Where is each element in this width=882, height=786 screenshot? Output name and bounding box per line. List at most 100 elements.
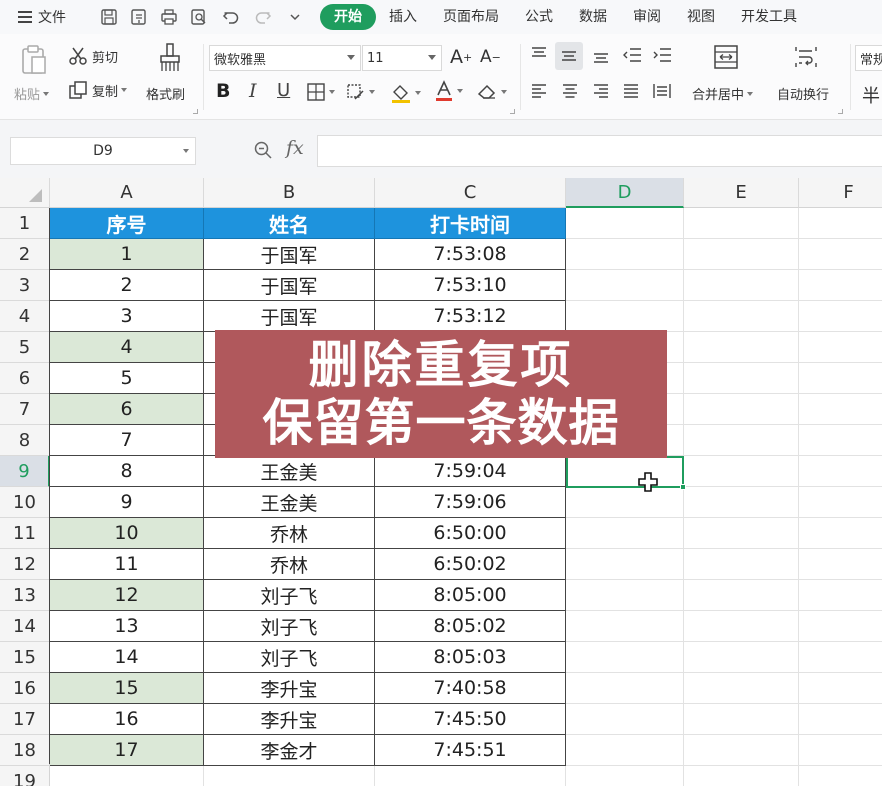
cell-c10[interactable]: 7:59:06 bbox=[375, 487, 566, 518]
merge-center-button[interactable]: 合并居中 bbox=[692, 84, 754, 103]
cell-c18[interactable]: 7:45:51 bbox=[375, 735, 566, 766]
cell-d14[interactable] bbox=[566, 611, 684, 642]
cell-d11[interactable] bbox=[566, 518, 684, 549]
cell-b4[interactable]: 于国军 bbox=[204, 301, 375, 332]
align-center-icon[interactable] bbox=[561, 82, 579, 100]
cell-a5[interactable]: 4 bbox=[50, 332, 204, 363]
cell-f6[interactable] bbox=[799, 363, 882, 394]
cell-f5[interactable] bbox=[799, 332, 882, 363]
formula-input[interactable] bbox=[317, 135, 882, 167]
indent-increase-icon[interactable] bbox=[652, 46, 672, 64]
align-left-icon[interactable] bbox=[530, 82, 548, 100]
cell-d1[interactable] bbox=[566, 208, 684, 239]
tab-home[interactable]: 开始 bbox=[320, 4, 376, 30]
cell-e9[interactable] bbox=[684, 456, 799, 487]
cell-d15[interactable] bbox=[566, 642, 684, 673]
justify-icon[interactable] bbox=[622, 82, 640, 100]
cell-c14[interactable]: 8:05:02 bbox=[375, 611, 566, 642]
selected-cell-d9[interactable] bbox=[566, 456, 686, 490]
cell-f15[interactable] bbox=[799, 642, 882, 673]
row-header-18[interactable]: 18 bbox=[0, 735, 50, 766]
paste-button[interactable]: 粘贴 bbox=[14, 84, 50, 103]
column-header-d[interactable]: D bbox=[566, 178, 684, 208]
cell-a7[interactable]: 6 bbox=[50, 394, 204, 425]
row-header-12[interactable]: 12 bbox=[0, 549, 50, 580]
align-top-icon[interactable] bbox=[530, 46, 548, 64]
cell-a3[interactable]: 2 bbox=[50, 270, 204, 301]
cell-f8[interactable] bbox=[799, 425, 882, 456]
cell-f10[interactable] bbox=[799, 487, 882, 518]
cell-e1[interactable] bbox=[684, 208, 799, 239]
tab-review[interactable]: 审阅 bbox=[620, 4, 674, 30]
zoom-search-icon[interactable] bbox=[253, 140, 273, 160]
cell-c9[interactable]: 7:59:04 bbox=[375, 456, 566, 487]
row-header-4[interactable]: 4 bbox=[0, 301, 50, 332]
save-icon[interactable] bbox=[98, 6, 120, 28]
spreadsheet-grid[interactable]: ABCDEF 1 2 3 4 5 6 7 8 9 10 11 12 13 14 15 16 17 18 19 序号姓… bbox=[0, 178, 882, 786]
tab-view[interactable]: 视图 bbox=[674, 4, 728, 30]
cell-a9[interactable]: 8 bbox=[50, 456, 204, 487]
cut-button[interactable]: 剪切 bbox=[68, 46, 118, 66]
cell-b18[interactable]: 李金才 bbox=[204, 735, 375, 766]
align-right-icon[interactable] bbox=[592, 82, 610, 100]
cell-f14[interactable] bbox=[799, 611, 882, 642]
cell-e13[interactable] bbox=[684, 580, 799, 611]
cell-b3[interactable]: 于国军 bbox=[204, 270, 375, 301]
print-preview-icon[interactable] bbox=[188, 6, 210, 28]
cell-a19[interactable] bbox=[50, 766, 204, 786]
cell-d19[interactable] bbox=[566, 766, 684, 786]
cell-a17[interactable]: 16 bbox=[50, 704, 204, 735]
tab-data[interactable]: 数据 bbox=[566, 4, 620, 30]
cell-b16[interactable]: 李升宝 bbox=[204, 673, 375, 704]
cell-c11[interactable]: 6:50:00 bbox=[375, 518, 566, 549]
cell-a12[interactable]: 11 bbox=[50, 549, 204, 580]
cell-b17[interactable]: 李升宝 bbox=[204, 704, 375, 735]
cell-f9[interactable] bbox=[799, 456, 882, 487]
cell-c2[interactable]: 7:53:08 bbox=[375, 239, 566, 270]
cell-b11[interactable]: 乔林 bbox=[204, 518, 375, 549]
row-header-14[interactable]: 14 bbox=[0, 611, 50, 642]
cell-e10[interactable] bbox=[684, 487, 799, 518]
clear-format-icon[interactable] bbox=[476, 82, 507, 102]
cell-a1[interactable]: 序号 bbox=[50, 208, 204, 239]
cell-d13[interactable] bbox=[566, 580, 684, 611]
cell-c15[interactable]: 8:05:03 bbox=[375, 642, 566, 673]
font-color-icon[interactable] bbox=[434, 80, 463, 102]
name-box[interactable]: D9 bbox=[10, 137, 196, 165]
fill-handle[interactable] bbox=[680, 484, 686, 490]
italic-icon[interactable]: I bbox=[249, 80, 257, 102]
cell-a2[interactable]: 1 bbox=[50, 239, 204, 270]
select-all-corner[interactable] bbox=[0, 178, 50, 208]
cell-style-icon[interactable] bbox=[346, 82, 375, 102]
cell-d4[interactable] bbox=[566, 301, 684, 332]
row-header-9[interactable]: 9 bbox=[0, 456, 50, 487]
cell-f17[interactable] bbox=[799, 704, 882, 735]
format-painter-label[interactable]: 格式刷 bbox=[146, 84, 185, 103]
cell-c13[interactable]: 8:05:00 bbox=[375, 580, 566, 611]
cell-c17[interactable]: 7:45:50 bbox=[375, 704, 566, 735]
cell-a6[interactable]: 5 bbox=[50, 363, 204, 394]
font-name-select[interactable]: 微软雅黑 bbox=[209, 45, 361, 71]
tab-insert[interactable]: 插入 bbox=[376, 4, 430, 30]
bold-icon[interactable]: B bbox=[216, 80, 230, 102]
column-header-f[interactable]: F bbox=[799, 178, 882, 208]
row-header-7[interactable]: 7 bbox=[0, 394, 50, 425]
cell-b19[interactable] bbox=[204, 766, 375, 786]
cell-c1[interactable]: 打卡时间 bbox=[375, 208, 566, 239]
cell-c3[interactable]: 7:53:10 bbox=[375, 270, 566, 301]
cell-a4[interactable]: 3 bbox=[50, 301, 204, 332]
cell-b9[interactable]: 王金美 bbox=[204, 456, 375, 487]
cell-a11[interactable]: 10 bbox=[50, 518, 204, 549]
print-icon[interactable] bbox=[158, 6, 180, 28]
customize-dropdown-icon[interactable] bbox=[284, 6, 306, 28]
column-header-c[interactable]: C bbox=[375, 178, 566, 208]
cell-e14[interactable] bbox=[684, 611, 799, 642]
font-size-select[interactable]: 11 bbox=[362, 45, 442, 71]
cell-b2[interactable]: 于国军 bbox=[204, 239, 375, 270]
cell-e4[interactable] bbox=[684, 301, 799, 332]
cell-d10[interactable] bbox=[566, 487, 684, 518]
cell-f16[interactable] bbox=[799, 673, 882, 704]
increase-font-icon[interactable]: A + bbox=[450, 46, 472, 68]
cell-f2[interactable] bbox=[799, 239, 882, 270]
file-menu[interactable]: 文件 bbox=[18, 6, 66, 28]
